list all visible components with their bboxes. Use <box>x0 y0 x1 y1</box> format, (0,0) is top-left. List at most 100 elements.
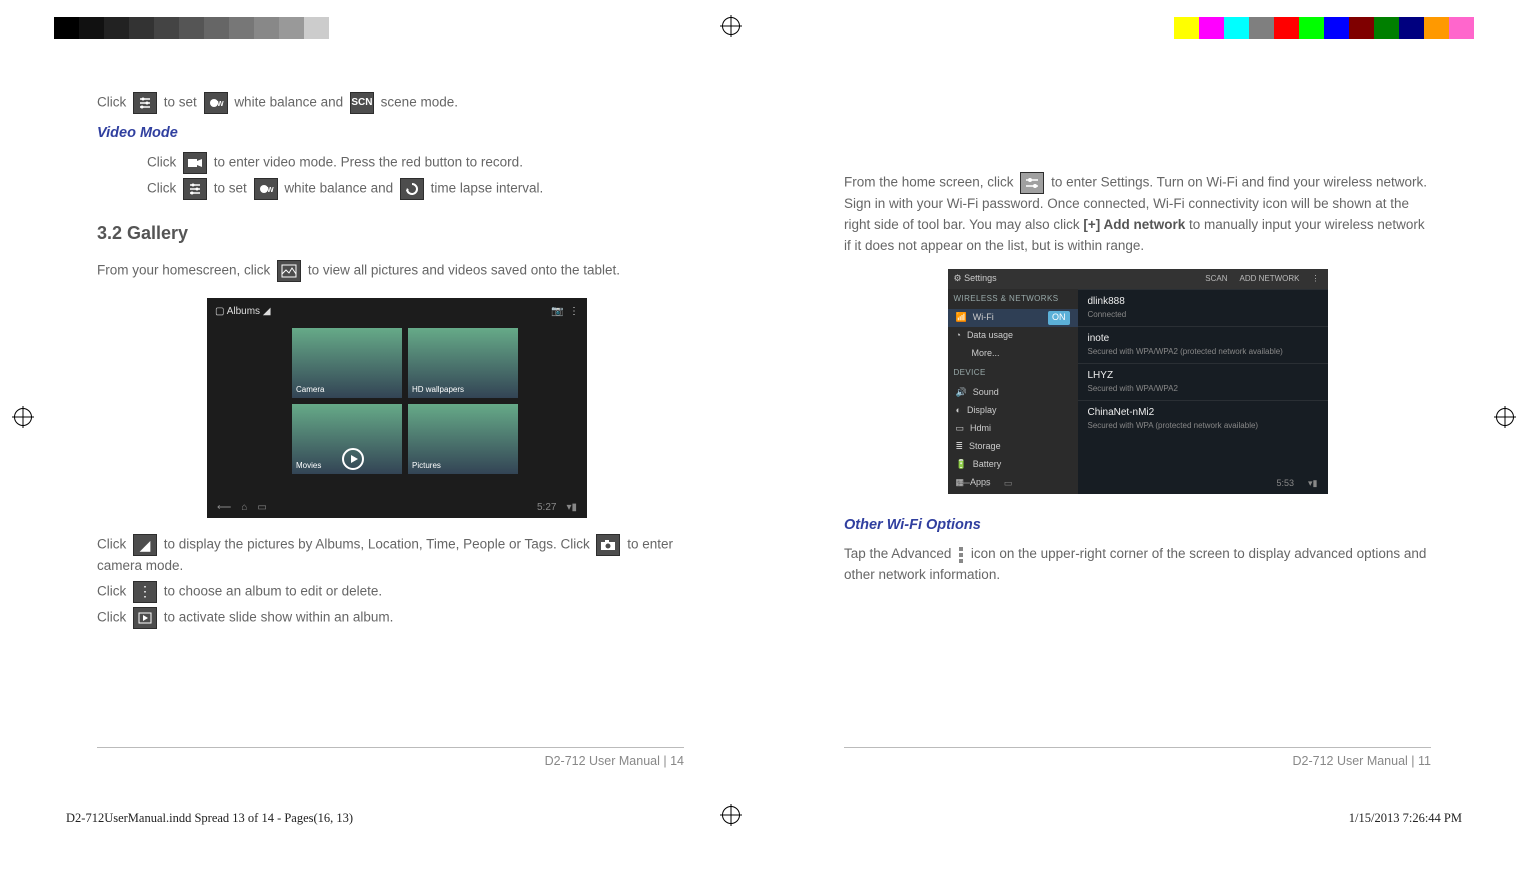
wifi-network-row: LHYZSecured with WPA/WPA2 <box>1078 363 1328 400</box>
color-swatch <box>1249 17 1274 39</box>
wifi-network-name: dlink888 <box>1088 294 1318 310</box>
data-usage-icon: ◔ <box>956 329 961 343</box>
settings-sliders-icon <box>1020 172 1044 194</box>
hdmi-icon: ▭ <box>956 422 965 436</box>
slug-filename: D2-712UserManual.indd Spread 13 of 14 - … <box>66 811 353 826</box>
wifi-network-name: ChinaNet-nMi2 <box>1088 405 1318 421</box>
wifi-icon: ▾▮ <box>566 500 577 516</box>
album-tile: Pictures <box>408 404 518 474</box>
page-spread: Click to set W white balance and SCN sce… <box>85 90 1443 771</box>
line-sliders-wb-scene: Click to set W white balance and SCN sce… <box>97 92 684 114</box>
kebab-icon: ⋮ <box>133 581 157 603</box>
album-grid: Camera HD wallpapers Movies Pictures <box>292 328 532 474</box>
line-display-by: Click ◢ to display the pictures by Album… <box>97 534 684 577</box>
heading-other-wifi: Other Wi-Fi Options <box>844 514 1431 536</box>
color-swatch <box>129 17 154 39</box>
wifi-network-status: Secured with WPA/WPA2 <box>1088 383 1318 395</box>
wifi-network-status: Secured with WPA (protected network avai… <box>1088 420 1318 432</box>
album-tile-label: Movies <box>296 460 321 472</box>
display-icon: ◐ <box>956 404 961 418</box>
registration-mark-icon <box>12 406 34 428</box>
color-swatch <box>1374 17 1399 39</box>
section-device: DEVICE <box>948 363 1078 383</box>
settings-icon: ⚙ <box>954 272 962 286</box>
line-video-sliders: Click to set W white balance and time la… <box>97 178 684 200</box>
sidebar-item-battery: 🔋Battery <box>948 456 1078 474</box>
video-camera-icon <box>183 152 207 174</box>
sidebar-item-display: ◐Display <box>948 402 1078 420</box>
print-spread: Click to set W white balance and SCN sce… <box>0 0 1528 881</box>
kebab-icon: ⋮ <box>569 306 579 317</box>
gallery-icon <box>277 260 301 282</box>
time-lapse-icon <box>400 178 424 200</box>
settings-title: Settings <box>964 272 997 286</box>
kebab-icon: ⋮ <box>1312 273 1320 285</box>
storage-icon: ≣ <box>956 440 964 454</box>
sliders-icon <box>183 178 207 200</box>
clock: 5:27 <box>537 500 556 516</box>
color-swatch <box>304 17 329 39</box>
wifi-network-row: ChinaNet-nMi2Secured with WPA (protected… <box>1078 400 1328 437</box>
color-swatch <box>1199 17 1224 39</box>
color-swatch <box>179 17 204 39</box>
color-swatch <box>1449 17 1474 39</box>
album-tile-label: HD wallpapers <box>412 384 464 396</box>
line-advanced: Tap the Advanced icon on the upper-right… <box>844 544 1431 586</box>
color-swatch <box>54 17 79 39</box>
wifi-icon: ▾▮ <box>1308 477 1317 491</box>
color-swatch <box>1299 17 1324 39</box>
clock: 5:53 <box>1276 477 1294 491</box>
home-icon: ⌂ <box>241 500 247 516</box>
line-open-gallery: From your homescreen, click to view all … <box>97 260 684 282</box>
registration-mark-icon <box>720 15 742 37</box>
wifi-settings-screenshot: ⚙ Settings WIRELESS & NETWORKS 📶Wi-FiON … <box>948 269 1328 494</box>
wifi-network-name: LHYZ <box>1088 368 1318 384</box>
album-tile-label: Pictures <box>412 460 441 472</box>
album-tile-label: Camera <box>296 384 324 396</box>
album-tile: Camera <box>292 328 402 398</box>
line-choose-album: Click ⋮ to choose an album to edit or de… <box>97 581 684 603</box>
heading-video-mode: Video Mode <box>97 122 684 144</box>
sliders-icon <box>133 92 157 114</box>
white-balance-icon: W <box>204 92 228 114</box>
page-footer-left: D2-712 User Manual | 14 <box>97 747 684 771</box>
advanced-kebab-icon <box>959 547 963 563</box>
colorbar-left <box>54 17 354 39</box>
color-swatch <box>1399 17 1424 39</box>
indesign-slug: D2-712UserManual.indd Spread 13 of 14 - … <box>66 811 1462 826</box>
sidebar-item-storage: ≣Storage <box>948 438 1078 456</box>
wifi-network-status: Connected <box>1088 309 1318 321</box>
color-swatch <box>1324 17 1349 39</box>
albums-label: Albums <box>227 306 260 317</box>
wifi-network-row: dlink888Connected <box>1078 289 1328 326</box>
color-swatch <box>254 17 279 39</box>
heading-gallery: 3.2 Gallery <box>97 220 684 248</box>
color-swatch <box>1424 17 1449 39</box>
page-footer-right: D2-712 User Manual | 11 <box>844 747 1431 771</box>
slug-timestamp: 1/15/2013 7:26:44 PM <box>1349 811 1462 826</box>
dropdown-indicator-icon: ◢ <box>133 534 157 556</box>
sidebar-item-wifi: 📶Wi-FiON <box>948 309 1078 327</box>
recent-icon: ▭ <box>257 500 266 516</box>
sound-icon: 🔊 <box>956 386 967 400</box>
color-swatch <box>204 17 229 39</box>
svg-text:W: W <box>267 187 274 194</box>
scene-mode-icon: SCN <box>350 92 374 114</box>
registration-mark-icon <box>1494 406 1516 428</box>
color-swatch <box>1174 17 1199 39</box>
wifi-icon: 📶 <box>956 311 967 325</box>
add-network-label: ADD NETWORK <box>1240 273 1300 285</box>
color-swatch <box>104 17 129 39</box>
page-left: Click to set W white balance and SCN sce… <box>85 90 774 771</box>
camera-icon: 📷 <box>551 306 563 317</box>
gallery-icon: ▢ <box>215 306 224 317</box>
color-swatch <box>1274 17 1299 39</box>
wifi-network-status: Secured with WPA/WPA2 (protected network… <box>1088 346 1318 358</box>
color-swatch <box>329 17 354 39</box>
sidebar-item-more: More... <box>948 345 1078 363</box>
slideshow-icon <box>133 607 157 629</box>
page-right: From the home screen, click to enter Set… <box>774 90 1443 771</box>
wifi-network-row: inoteSecured with WPA/WPA2 (protected ne… <box>1078 326 1328 363</box>
scan-label: SCAN <box>1205 273 1227 285</box>
back-icon: ⟵ <box>217 500 231 516</box>
